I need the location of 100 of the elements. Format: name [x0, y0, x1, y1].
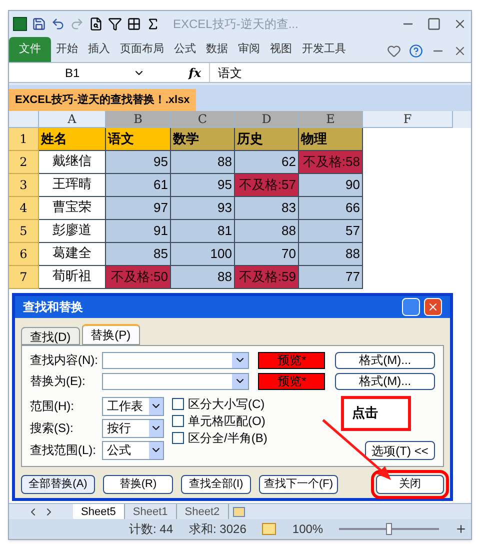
select-field[interactable]: 工作表 — [102, 396, 164, 416]
ribbon-tab[interactable]: 开发工具 — [297, 37, 351, 62]
table-cell: 57 — [299, 220, 363, 243]
collapse-ribbon-icon[interactable] — [387, 44, 401, 58]
save-icon[interactable] — [32, 16, 46, 30]
checkbox[interactable] — [172, 432, 184, 444]
field-label: 范围(H): — [30, 398, 75, 415]
new-sheet-icon[interactable] — [232, 506, 245, 516]
sum-icon[interactable] — [146, 16, 160, 30]
ribbon-tab[interactable]: 审阅 — [233, 37, 265, 62]
print-preview-icon[interactable] — [89, 16, 103, 30]
undo-icon[interactable] — [51, 16, 65, 30]
table-cell: 物理 — [299, 128, 363, 151]
combo-field[interactable] — [102, 352, 250, 368]
table-cell: 荀昕祖 — [39, 266, 106, 289]
row-header[interactable]: 2 — [9, 151, 39, 174]
table-cell: 88 — [171, 151, 235, 174]
table-cell: 彭廖道 — [39, 220, 106, 243]
table-cell: 姓名 — [39, 128, 106, 151]
table-cell: 不及格:50 — [106, 266, 171, 289]
formula-input[interactable]: 语文 — [209, 63, 471, 82]
border-icon[interactable] — [127, 16, 141, 30]
checkbox-option[interactable]: 区分全/半角(B) — [172, 430, 268, 446]
table-cell: 不及格:57 — [235, 174, 299, 197]
dialog-tab[interactable]: 查找(D) — [21, 327, 80, 345]
table-cell: 83 — [235, 197, 299, 220]
close-icon[interactable] — [424, 298, 442, 316]
select-field[interactable]: 公式 — [102, 440, 164, 460]
table-cell: 语文 — [106, 128, 171, 151]
combo-field[interactable] — [102, 372, 250, 390]
status-count: 计数: 44 — [129, 521, 174, 538]
status-sum: 求和: 3026 — [189, 521, 246, 538]
table-cell: 曹宝荣 — [39, 197, 106, 220]
zoom-slider-thumb[interactable] — [386, 523, 392, 535]
table-cell: 王珲晴 — [39, 174, 106, 197]
ribbon-tab[interactable]: 页面布局 — [115, 37, 169, 62]
format-preview: 预览* — [258, 372, 326, 390]
table-cell: 93 — [171, 197, 235, 220]
table-cell: 62 — [235, 151, 299, 174]
table-cell: 66 — [299, 197, 363, 220]
table-cell: 61 — [106, 174, 171, 197]
checkbox-option[interactable]: 区分大小写(C) — [172, 396, 268, 412]
table-cell: 戴继信 — [39, 151, 106, 174]
table-cell: 97 — [106, 197, 171, 220]
column-header[interactable]: F — [363, 111, 453, 128]
zoom-level[interactable]: 100% — [292, 520, 324, 538]
table-cell: 81 — [171, 220, 235, 243]
select-field[interactable]: 按行 — [102, 418, 164, 438]
table-cell: 不及格:58 — [299, 151, 363, 174]
ribbon-tab[interactable]: 插入 — [83, 37, 115, 62]
table-cell: 95 — [171, 174, 235, 197]
zoom-in-icon[interactable] — [455, 523, 467, 535]
dialog-button[interactable]: 查找全部(I) — [181, 475, 251, 494]
dialog-tab[interactable]: 替换(P) — [82, 324, 140, 345]
table-cell: 70 — [235, 243, 299, 266]
table-cell: 不及格:59 — [235, 266, 299, 289]
workbook-tab[interactable]: EXCEL技巧-逆天的查找替换！.xlsx — [9, 89, 196, 111]
close-icon[interactable] — [453, 44, 467, 58]
checkbox[interactable] — [172, 415, 184, 427]
table-cell: 91 — [106, 220, 171, 243]
format-button[interactable]: 格式(M)... — [335, 352, 435, 368]
dialog-button[interactable]: 替换(R) — [103, 475, 173, 494]
row-header[interactable]: 1 — [9, 128, 39, 151]
column-header[interactable]: B — [106, 111, 171, 128]
column-header[interactable]: D — [235, 111, 299, 128]
ribbon-tab[interactable]: 视图 — [265, 37, 297, 62]
table-cell: 数学 — [171, 128, 235, 151]
format-button[interactable]: 格式(M)... — [335, 372, 435, 390]
row-header[interactable]: 4 — [9, 197, 39, 220]
maximize-icon[interactable] — [427, 16, 441, 30]
table-cell: 77 — [299, 266, 363, 289]
table-cell: 葛建全 — [39, 243, 106, 266]
sheet-tab[interactable]: Sheet5 — [73, 504, 125, 519]
row-header[interactable]: 5 — [9, 220, 39, 243]
name-box[interactable]: B1 — [9, 64, 149, 82]
options-button[interactable]: 选项(T) << — [365, 441, 435, 460]
file-tab[interactable]: 文件 — [9, 37, 51, 62]
table-cell: 100 — [171, 243, 235, 266]
column-header[interactable]: E — [299, 111, 363, 128]
row-header[interactable]: 6 — [9, 243, 39, 266]
ribbon-tab[interactable]: 开始 — [51, 37, 83, 62]
row-header[interactable]: 7 — [9, 266, 39, 289]
ribbon-tab[interactable]: 公式 — [169, 37, 201, 62]
column-header[interactable]: C — [171, 111, 235, 128]
window-title: EXCEL技巧-逆天的查... — [173, 16, 298, 32]
dialog-title: 查找和替换 — [23, 299, 83, 316]
dialog-button[interactable]: 查找下一个(F) — [259, 475, 338, 494]
table-cell: 88 — [299, 243, 363, 266]
filter-icon[interactable] — [108, 16, 122, 30]
table-cell: 90 — [299, 174, 363, 197]
excel-logo-icon — [13, 16, 27, 30]
checkbox[interactable] — [172, 398, 184, 410]
checkbox-option[interactable]: 单元格匹配(O) — [172, 413, 268, 429]
fx-label[interactable]: fx — [149, 64, 209, 82]
field-label: 搜索(S): — [30, 420, 74, 437]
format-preview: 预览* — [258, 352, 326, 368]
field-label: 查找范围(L): — [30, 442, 97, 459]
dialog-button[interactable]: 全部替换(A) — [21, 475, 95, 494]
ribbon-tab[interactable]: 数据 — [201, 37, 233, 62]
row-header[interactable]: 3 — [9, 174, 39, 197]
